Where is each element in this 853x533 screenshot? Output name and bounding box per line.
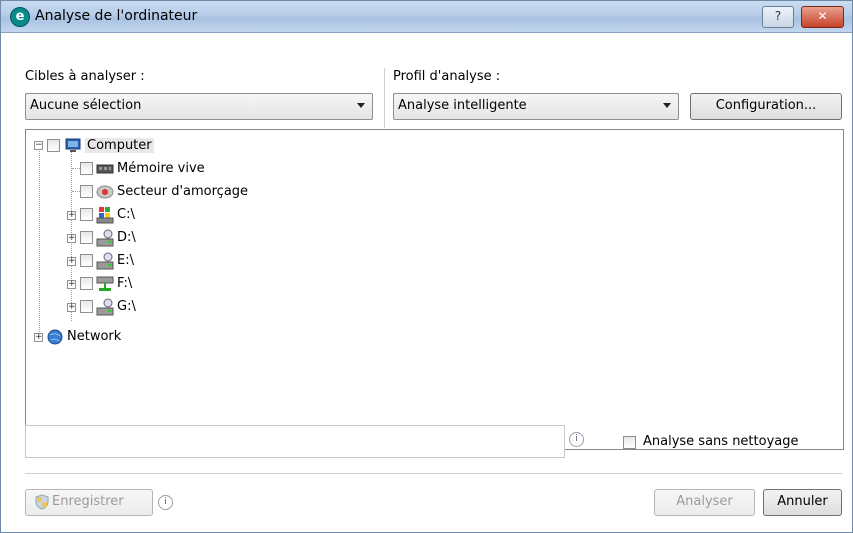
- expand-icon[interactable]: +: [67, 234, 76, 243]
- checkbox[interactable]: [80, 254, 93, 267]
- scan-dialog: e Analyse de l'ordinateur ? ✕ Cibles à a…: [0, 0, 853, 533]
- checkbox[interactable]: [47, 139, 60, 152]
- dialog-body: Cibles à analyser : Profil d'analyse : A…: [1, 33, 852, 532]
- hard-drive-icon: [96, 298, 114, 316]
- expand-icon[interactable]: +: [67, 211, 76, 220]
- tree-node-network[interactable]: + Network: [26, 327, 326, 349]
- window-title: Analyse de l'ordinateur: [35, 8, 198, 24]
- profile-dropdown-value: Analyse intelligente: [398, 98, 527, 113]
- tree-label: E:\: [117, 253, 134, 268]
- scan-button: Analyser: [654, 489, 755, 516]
- profile-dropdown[interactable]: Analyse intelligente: [393, 93, 679, 120]
- tree-node-drive-e[interactable]: + E:\: [26, 251, 326, 273]
- tree-label: D:\: [117, 230, 136, 245]
- tree-label: Network: [67, 329, 122, 344]
- tree-node-drive-c[interactable]: + C:\: [26, 205, 326, 227]
- memory-chip-icon: [96, 161, 114, 177]
- info-icon[interactable]: i: [158, 495, 173, 510]
- save-button-label: Enregistrer: [52, 494, 124, 509]
- tree-node-drive-f[interactable]: + F:\: [26, 274, 326, 296]
- vertical-divider: [384, 68, 385, 128]
- expand-icon[interactable]: +: [67, 303, 76, 312]
- horizontal-divider: [25, 473, 842, 474]
- checkbox[interactable]: [80, 300, 93, 313]
- network-globe-icon: [46, 328, 64, 345]
- checkbox[interactable]: [80, 185, 93, 198]
- checkbox[interactable]: [80, 231, 93, 244]
- profile-label: Profil d'analyse :: [393, 69, 501, 84]
- chevron-down-icon: [357, 103, 365, 108]
- boot-sector-icon: [96, 184, 114, 200]
- scan-path-input[interactable]: [25, 425, 565, 458]
- tree-label: G:\: [117, 299, 136, 314]
- checkbox[interactable]: [80, 162, 93, 175]
- tree-node-computer[interactable]: − Computer: [26, 136, 326, 158]
- hard-drive-icon: [96, 229, 114, 247]
- targets-label: Cibles à analyser :: [25, 69, 145, 84]
- cancel-button[interactable]: Annuler: [763, 489, 842, 516]
- expand-icon[interactable]: +: [67, 257, 76, 266]
- tree-node-boot-sector[interactable]: Secteur d'amorçage: [26, 182, 326, 204]
- save-button: Enregistrer: [25, 489, 153, 516]
- no-clean-label: Analyse sans nettoyage: [643, 434, 799, 449]
- checkbox[interactable]: [80, 277, 93, 290]
- info-icon[interactable]: i: [569, 432, 584, 447]
- uac-shield-icon: [34, 494, 50, 510]
- chevron-down-icon: [663, 103, 671, 108]
- collapse-icon[interactable]: −: [34, 141, 43, 150]
- tree-node-memory[interactable]: Mémoire vive: [26, 159, 326, 181]
- close-button[interactable]: ✕: [801, 6, 844, 28]
- network-drive-icon: [96, 275, 114, 291]
- eset-logo-icon: e: [10, 7, 30, 27]
- tree-label: F:\: [117, 276, 133, 291]
- tree-label: Computer: [85, 138, 154, 153]
- tree-label: Mémoire vive: [117, 161, 205, 176]
- hard-drive-icon: [96, 252, 114, 270]
- tree-label: Secteur d'amorçage: [117, 184, 249, 199]
- checkbox[interactable]: [80, 208, 93, 221]
- expand-icon[interactable]: +: [67, 280, 76, 289]
- tree-label: C:\: [117, 207, 135, 222]
- help-button[interactable]: ?: [762, 6, 794, 28]
- no-clean-option[interactable]: Analyse sans nettoyage: [623, 434, 853, 452]
- no-clean-checkbox[interactable]: [623, 436, 636, 449]
- tree-node-drive-g[interactable]: + G:\: [26, 297, 326, 319]
- windows-drive-icon: [96, 206, 114, 224]
- scan-targets-tree[interactable]: − Computer Mémoire vive Secteur d'amorça…: [25, 129, 844, 450]
- expand-icon[interactable]: +: [34, 333, 43, 342]
- configuration-button[interactable]: Configuration...: [690, 93, 842, 120]
- title-bar: e Analyse de l'ordinateur ? ✕: [1, 1, 852, 33]
- targets-dropdown[interactable]: Aucune sélection: [25, 93, 373, 120]
- tree-node-drive-d[interactable]: + D:\: [26, 228, 326, 250]
- computer-icon: [64, 138, 82, 154]
- targets-dropdown-value: Aucune sélection: [30, 98, 142, 113]
